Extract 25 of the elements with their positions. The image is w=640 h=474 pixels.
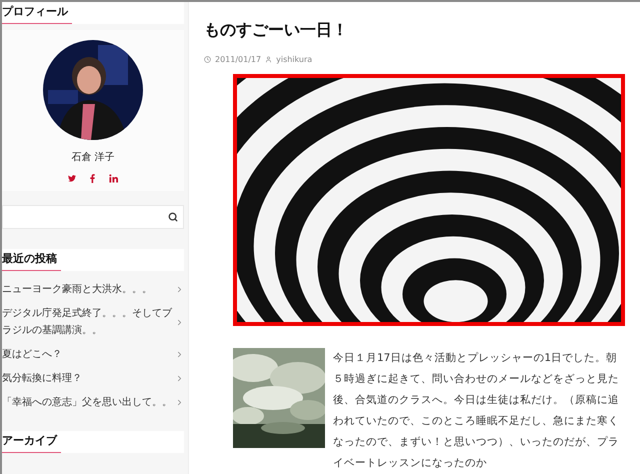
linkedin-icon: [109, 174, 118, 183]
chevron-icon: [175, 398, 184, 407]
chevron-icon: [175, 350, 184, 359]
post-date: 2011/01/17: [215, 55, 262, 64]
post-link[interactable]: ニューヨーク豪雨と大洪水。。。: [2, 281, 184, 298]
post-title: ものすごーい一日！: [204, 20, 349, 41]
social-link[interactable]: [68, 174, 76, 183]
clock-icon: [204, 56, 211, 63]
search-field[interactable]: [2, 205, 184, 229]
chevron-icon: [175, 318, 184, 326]
bird-icon: [68, 175, 76, 182]
post-link[interactable]: デジタル庁発足式終了。。。そしてブラジルの基調講演。。: [2, 305, 184, 339]
profile-name: 石倉 洋子: [71, 151, 115, 164]
user-icon: [265, 56, 272, 63]
post-link[interactable]: 気分転換に料理？: [2, 370, 184, 387]
search-icon: [168, 212, 178, 222]
post-link[interactable]: 「幸福への意志」父を思い出して。。: [2, 394, 184, 411]
post-link[interactable]: 夏はどこへ？: [2, 346, 184, 363]
social-link[interactable]: [90, 174, 95, 183]
post-body: 今日１月17日は色々活動とプレッシャーの1日でした。朝５時過ぎに起きて、問い合わせのメールなどをざっと見た後、合気道のクラスへ。今日は生徒は私だけ。（原稿に追われていたので、このところ睡眠不足だし、急にまた寒くなったので、まずい！と思いつつ）、いったのだが、プライベートレッスンになったのか: [333, 351, 620, 471]
facebook-icon: [90, 174, 95, 183]
chevron-icon: [175, 285, 184, 294]
post-author: yishikura: [276, 55, 312, 64]
social-link[interactable]: [109, 174, 118, 183]
chevron-icon: [175, 374, 184, 383]
